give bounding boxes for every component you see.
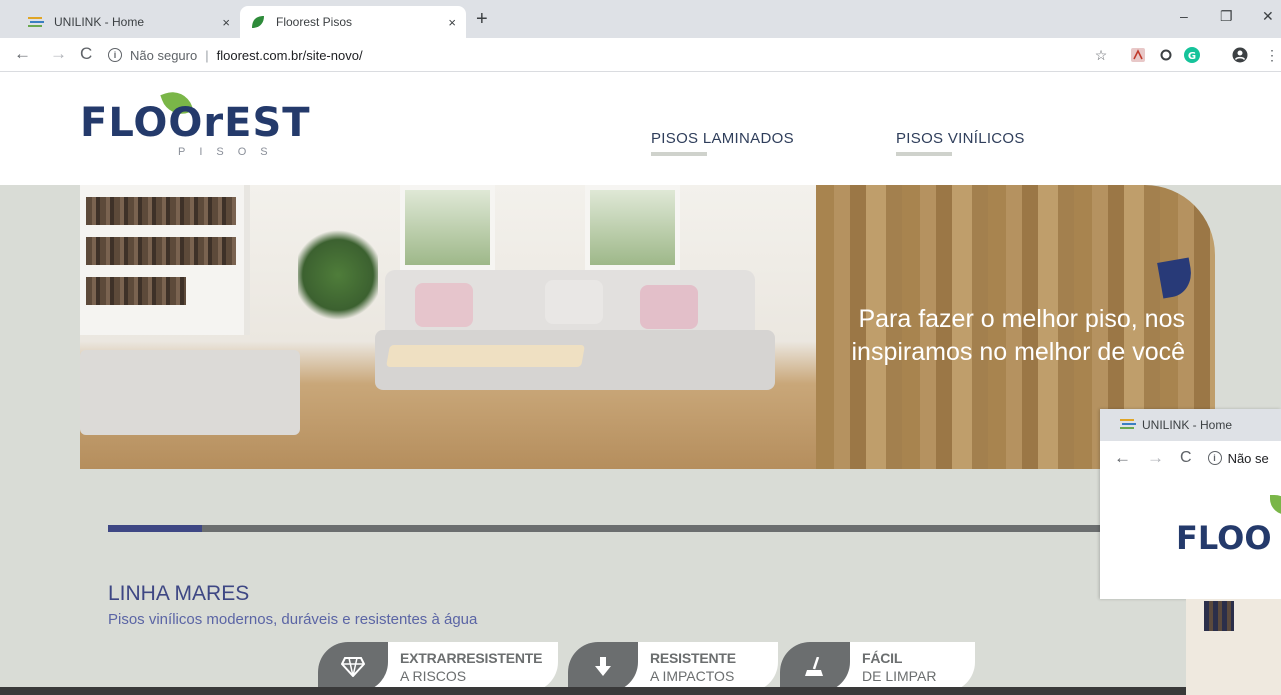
overlay-browser-window[interactable]: UNILINK - Home ← → C i Não se FLOO (1100, 409, 1281, 599)
overlay-bookshelf-image (1186, 599, 1281, 695)
pillow (545, 280, 603, 324)
feature-subtitle: A RISCOS (400, 668, 467, 684)
tab-title: Floorest Pisos (276, 15, 353, 29)
pdf-icon[interactable] (1130, 47, 1146, 63)
feature-title: EXTRARRESISTENTE (400, 650, 543, 666)
address-bar[interactable]: i Não seguro | floorest.com.br/site-novo… (108, 42, 1068, 68)
nav-pisos-vinilicos[interactable]: PISOS VINÍLICOS (896, 130, 1025, 147)
living-room-image (80, 185, 816, 469)
menu-icon[interactable]: ⋮ (1264, 47, 1280, 63)
diamond-icon (318, 642, 388, 692)
nav-pisos-laminados[interactable]: PISOS LAMINADOS (651, 130, 794, 147)
unilink-icon (28, 14, 44, 30)
address-separator: | (205, 47, 209, 63)
pillow (415, 283, 473, 327)
reload-icon[interactable]: C (1180, 449, 1192, 467)
back-arrow-icon[interactable]: ← (1114, 448, 1131, 468)
maximize-button[interactable]: ❐ (1220, 8, 1233, 25)
floorest-logo[interactable]: FLOOrEST PISOS (80, 86, 310, 160)
feature-subtitle: DE LIMPAR (862, 668, 937, 684)
feature-subtitle: A IMPACTOS (650, 668, 735, 684)
web-page: FLOOrEST PISOS PISOS LAMINADOS PISOS VIN… (0, 72, 1281, 695)
grammarly-icon[interactable]: G (1184, 47, 1200, 63)
logo-subtitle: PISOS (178, 146, 282, 158)
nav-underline (896, 152, 952, 156)
tab-title: UNILINK - Home (54, 15, 145, 29)
overlay-security-label: Não se (1227, 450, 1269, 466)
line-subtitle: Pisos vinílicos modernos, duráveis e res… (108, 611, 478, 628)
reload-icon[interactable]: C (80, 45, 92, 63)
forward-arrow-icon[interactable]: → (50, 45, 67, 63)
window-image (585, 185, 680, 270)
back-arrow-icon[interactable]: ← (14, 45, 31, 63)
overlay-toolbar: ← → C i Não se (1100, 441, 1281, 475)
close-icon[interactable]: × (448, 15, 456, 30)
bookshelf-image (80, 185, 250, 335)
hero-headline: Para fazer o melhor piso, nos inspiramos… (851, 305, 1186, 366)
unilink-icon (1120, 418, 1136, 433)
pillow (640, 285, 698, 329)
svg-text:G: G (1188, 51, 1196, 62)
new-tab-button[interactable]: + (476, 8, 488, 31)
logo-text: FLOOrEST (80, 100, 311, 146)
info-icon[interactable]: i (1207, 451, 1222, 465)
line-progress-bar (108, 525, 1108, 532)
tab-floorest[interactable]: Floorest Pisos × (240, 6, 466, 38)
window-image (400, 185, 495, 270)
security-label: Não seguro (130, 47, 198, 63)
leaf-icon (1270, 495, 1281, 515)
close-icon[interactable]: × (222, 15, 230, 30)
coffee-table-image (386, 345, 585, 367)
arrow-down-icon (568, 642, 638, 692)
site-header: FLOOrEST PISOS PISOS LAMINADOS PISOS VIN… (0, 72, 1281, 185)
progress-fill (108, 525, 202, 532)
star-icon[interactable]: ☆ (1093, 47, 1109, 63)
mop-icon (780, 642, 850, 692)
feature-scratch-resistant: EXTRARRESISTENTE A RISCOS (318, 642, 558, 692)
leaf-icon (250, 14, 266, 30)
url-text: floorest.com.br/site-novo/ (216, 47, 363, 63)
feature-impact-resistant: RESISTENTE A IMPACTOS (568, 642, 778, 692)
close-window-button[interactable]: ✕ (1262, 8, 1274, 25)
hero-banner: Para fazer o melhor piso, nos inspiramos… (80, 185, 1215, 469)
forward-arrow-icon[interactable]: → (1147, 448, 1164, 468)
tab-unilink[interactable]: UNILINK - Home × (14, 6, 240, 38)
minimize-button[interactable]: – (1180, 8, 1188, 24)
nav-underline (651, 152, 707, 156)
ottoman-image (80, 350, 300, 435)
overlay-tab-title: UNILINK - Home (1142, 418, 1233, 432)
plant-image (298, 225, 378, 325)
circle-extension-icon[interactable] (1158, 47, 1174, 63)
overlay-logo-text: FLOO (1176, 519, 1272, 557)
feature-title: RESISTENTE (650, 650, 736, 666)
feature-title: FÁCIL (862, 650, 903, 666)
overlay-tab[interactable]: UNILINK - Home (1100, 409, 1281, 441)
account-icon[interactable] (1232, 47, 1248, 63)
browser-toolbar: ← → C i Não seguro | floorest.com.br/sit… (0, 38, 1281, 72)
browser-tab-strip: UNILINK - Home × Floorest Pisos × + – ❐ … (0, 0, 1281, 38)
line-title: LINHA MARES (108, 582, 250, 605)
section-divider (0, 687, 1281, 695)
info-icon[interactable]: i (108, 48, 122, 62)
feature-easy-clean: FÁCIL DE LIMPAR (780, 642, 975, 692)
